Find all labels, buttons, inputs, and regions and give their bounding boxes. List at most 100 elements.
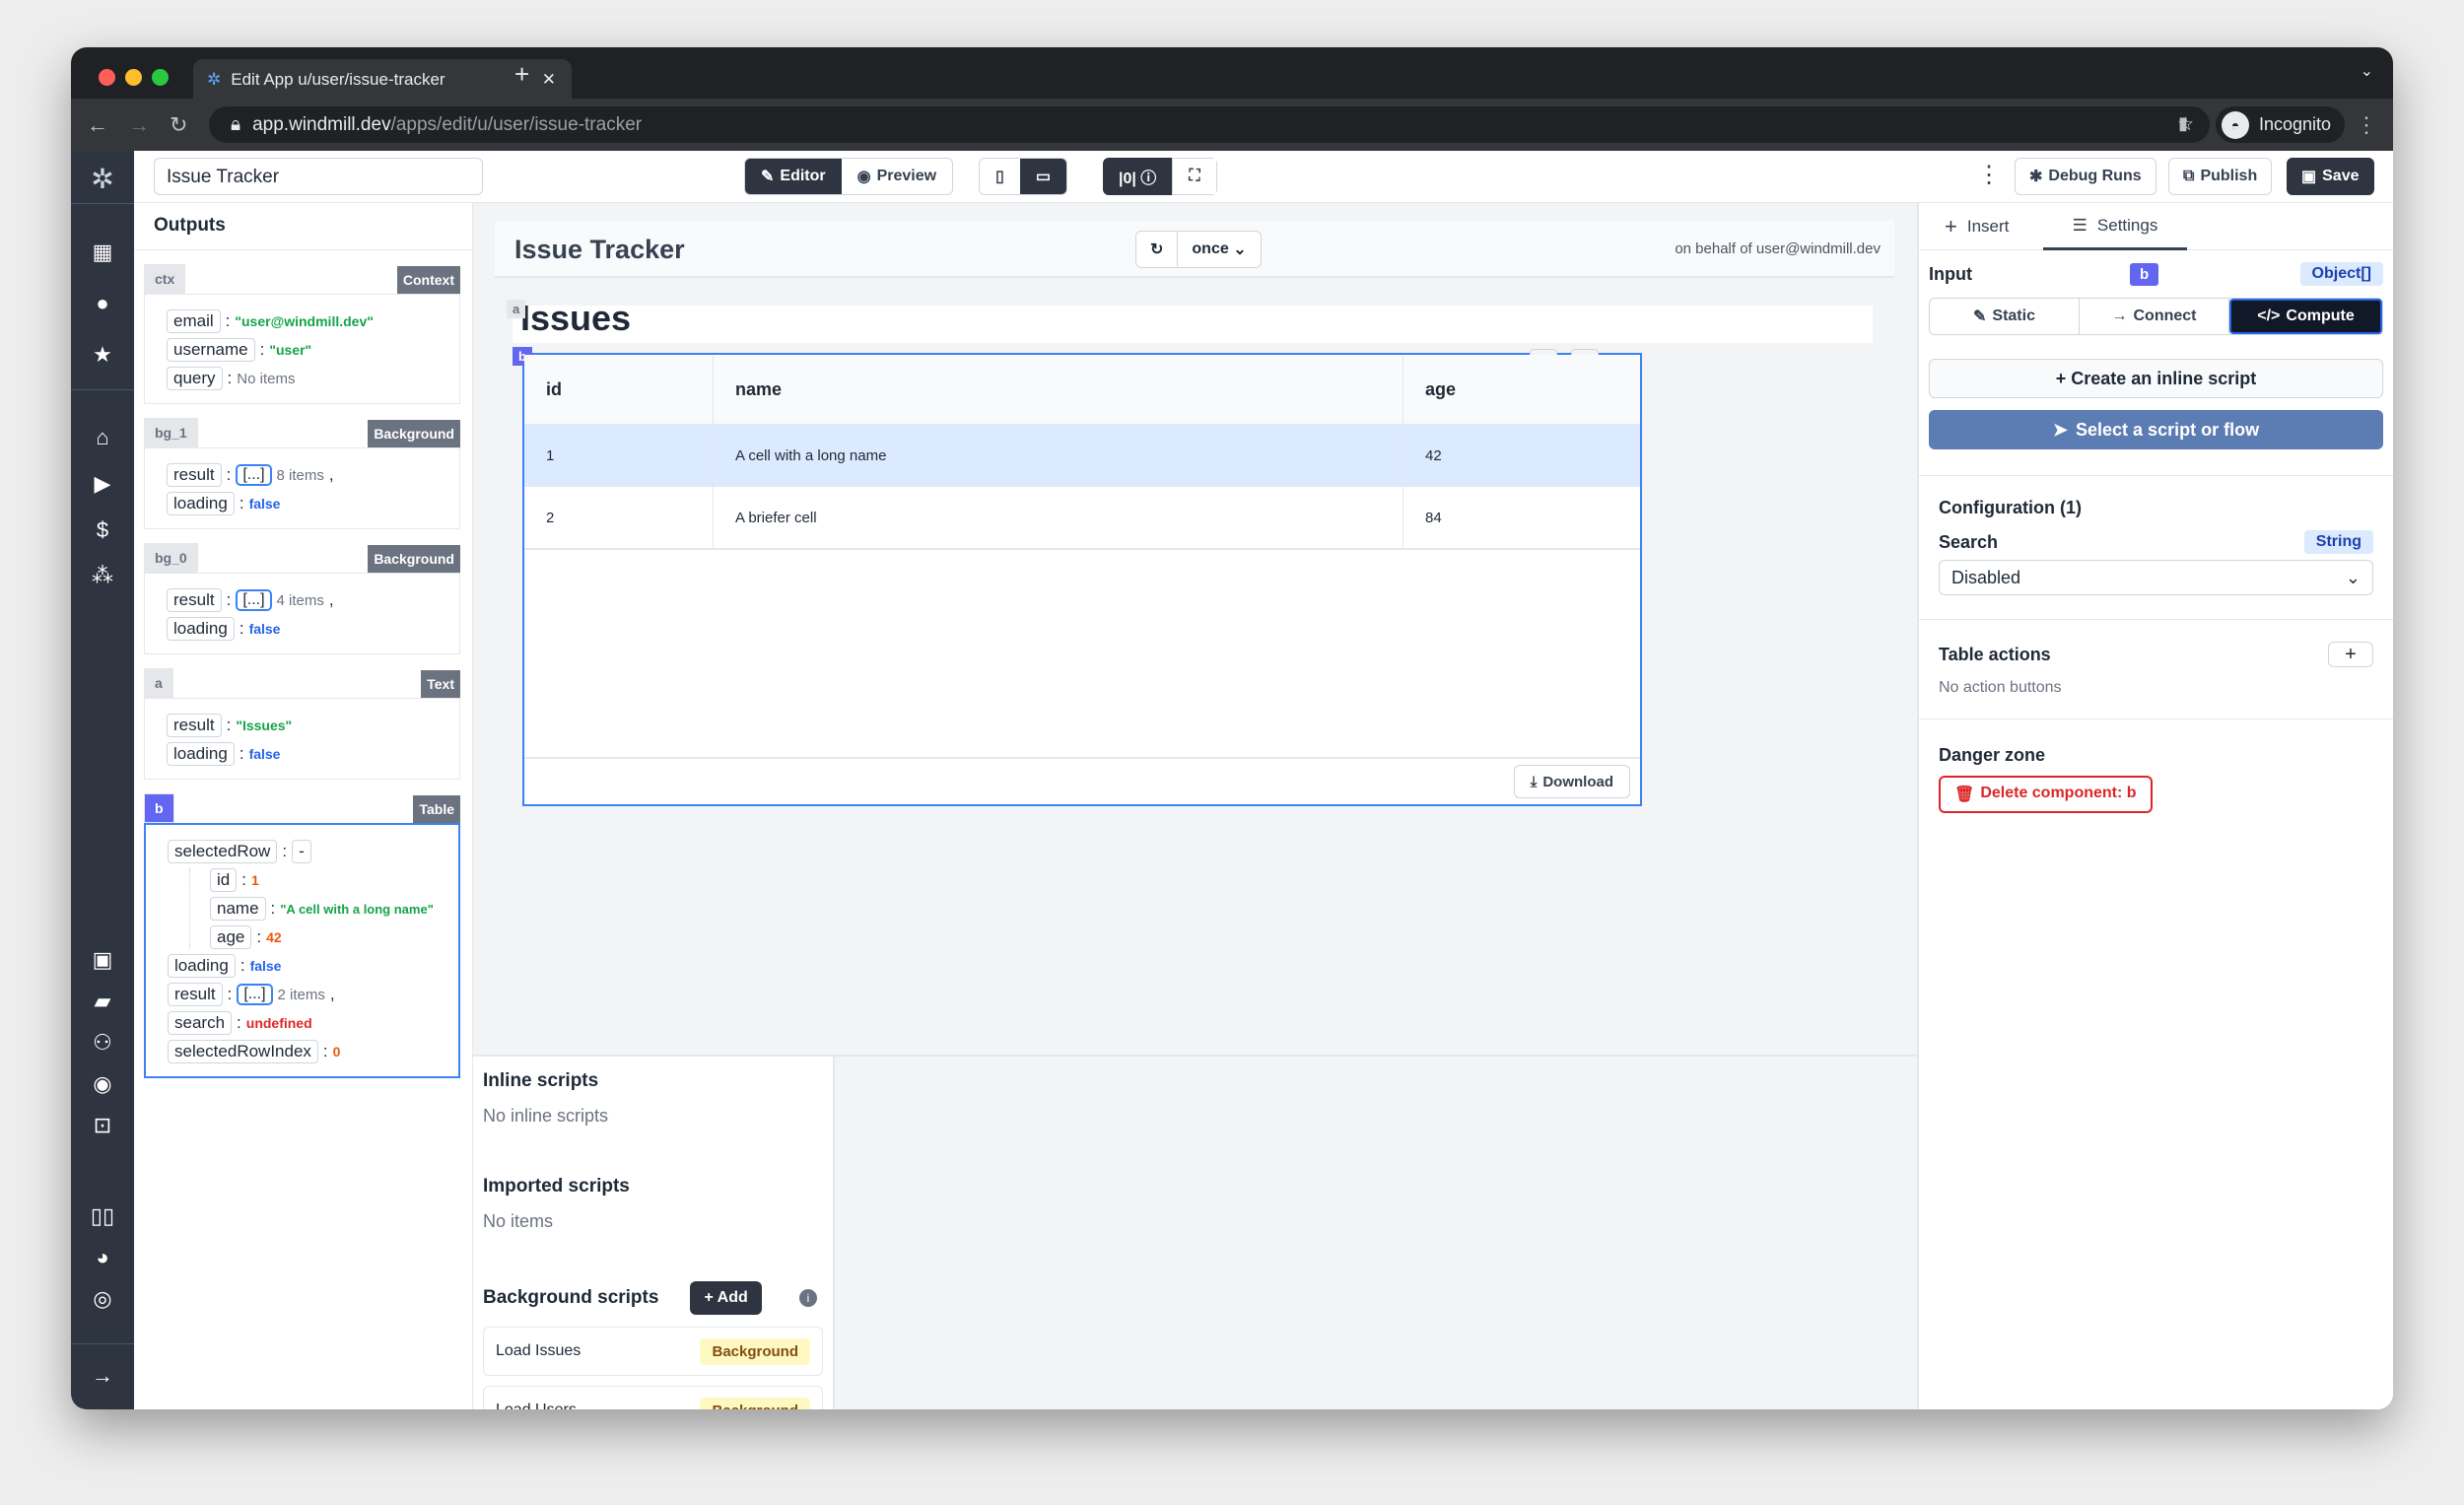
folder-icon[interactable]: ▰ [71, 989, 134, 1014]
output-key[interactable]: search [168, 1011, 233, 1035]
profile-label: Incognito [2259, 114, 2332, 134]
windmill-app-editor: ✲ ▦ ● ★ ⌂ ▶ $ ⁂ ▣ ▰ ⚇ ◉ ⊡ ▯▯ ◕ ◎ → Issue… [71, 151, 2393, 1409]
output-key[interactable]: loading [167, 617, 235, 641]
output-key[interactable]: result [168, 983, 223, 1006]
component-id-tag[interactable]: a [507, 300, 526, 318]
tab-settings[interactable]: ☰ Settings [2043, 203, 2187, 250]
output-key[interactable]: age [210, 925, 252, 949]
refresh-icon[interactable]: ↻ [1136, 232, 1179, 267]
mobile-view-button[interactable]: ▯ [980, 159, 1020, 194]
search-mode-select[interactable]: Disabled ⌄ [1939, 560, 2373, 595]
expand-array-button[interactable]: [...] [236, 464, 272, 486]
table-row[interactable]: 1 A cell with a long name 42 [524, 424, 1640, 487]
output-key[interactable]: query [167, 367, 223, 390]
background-script-item[interactable]: Load Issues Background [483, 1327, 823, 1376]
audit-eye-icon[interactable]: ◉ [71, 1071, 134, 1097]
docs-book-icon[interactable]: ▯▯ [71, 1203, 134, 1229]
output-key[interactable]: selectedRowIndex [168, 1040, 318, 1063]
component-id-badge[interactable]: a [144, 668, 173, 698]
windmill-logo-icon[interactable]: ✲ [71, 163, 134, 195]
component-ids-button[interactable]: |0| ⓘ [1103, 158, 1173, 195]
url-bar[interactable]: 🔒︎ app.windmill.dev/apps/edit/u/user/issu… [209, 106, 2210, 143]
user-icon[interactable]: ● [71, 291, 134, 316]
component-type-badge: Background [368, 545, 460, 573]
delete-label: Delete component: b [1980, 785, 2137, 801]
maximize-window-button[interactable] [152, 69, 169, 86]
back-icon[interactable]: ← [87, 112, 108, 138]
more-menu-icon[interactable]: ⋮ [1977, 161, 2001, 189]
browser-menu-icon[interactable]: ⋮ [2356, 112, 2377, 138]
column-header[interactable]: name [714, 355, 1403, 424]
groups-icon[interactable]: ⚇ [71, 1030, 134, 1056]
reload-icon[interactable]: ↻ [170, 112, 187, 138]
info-icon[interactable]: i [799, 1289, 817, 1307]
publish-button[interactable]: ⧉ Publish [2168, 158, 2273, 195]
text-component-a[interactable]: Issues a [507, 298, 1873, 343]
close-tab-icon[interactable]: ✕ [542, 70, 556, 90]
download-button[interactable]: ⤓ Download [1513, 765, 1630, 798]
discord-icon[interactable]: ◕ [71, 1245, 134, 1270]
plus-icon: + [1945, 214, 1957, 239]
forward-icon[interactable]: → [128, 112, 150, 138]
editor-mode-button[interactable]: ✎ Editor [745, 159, 842, 194]
workspace-building-icon[interactable]: ▦ [71, 239, 134, 265]
side-panel-icon[interactable]: ▮ [2178, 113, 2188, 134]
expand-array-button[interactable]: [...] [237, 984, 273, 1005]
home-icon[interactable]: ⌂ [71, 425, 134, 450]
star-icon[interactable]: ★ [71, 342, 134, 368]
compute-mode-button[interactable]: </> Compute [2229, 299, 2382, 334]
output-key[interactable]: loading [167, 742, 235, 766]
new-tab-button[interactable]: + [514, 59, 529, 90]
collapse-object-button[interactable]: - [292, 840, 311, 863]
add-action-button[interactable]: + [2328, 642, 2373, 667]
text-component-content: Issues [520, 298, 632, 338]
select-script-button[interactable]: ➤ Select a script or flow [1929, 410, 2383, 449]
workers-robot-icon[interactable]: ⊡ [71, 1113, 134, 1138]
add-background-script-button[interactable]: + Add [690, 1281, 762, 1315]
refresh-mode-dropdown[interactable]: once ⌄ [1178, 232, 1260, 267]
dollar-variables-icon[interactable]: $ [71, 517, 134, 543]
preview-mode-button[interactable]: ◉ Preview [842, 159, 952, 194]
expand-sidebar-arrow-icon[interactable]: → [71, 1363, 134, 1389]
output-key[interactable]: name [210, 897, 266, 921]
component-id-badge[interactable]: bg_0 [144, 543, 198, 573]
save-button[interactable]: ▣ Save [2287, 158, 2374, 195]
calendar-schedules-icon[interactable]: ▣ [71, 947, 134, 973]
runs-play-icon[interactable]: ▶ [71, 471, 134, 497]
close-window-button[interactable] [99, 69, 115, 86]
output-key[interactable]: result [167, 588, 222, 612]
tab-insert[interactable]: + Insert [1945, 203, 2009, 250]
editor-label: Editor [780, 168, 826, 184]
github-icon[interactable]: ◎ [71, 1286, 134, 1312]
fullscreen-button[interactable]: ⛶ [1172, 158, 1217, 195]
create-inline-script-button[interactable]: + Create an inline script [1929, 359, 2383, 398]
incognito-badge[interactable]: ◓ Incognito [2216, 106, 2346, 143]
desktop-view-button[interactable]: ▭ [1019, 159, 1066, 194]
output-key[interactable]: id [210, 868, 238, 892]
output-key[interactable]: result [167, 714, 222, 737]
output-key[interactable]: email [167, 309, 221, 333]
app-name-input[interactable]: Issue Tracker [154, 158, 483, 195]
connect-mode-button[interactable]: → Connect [2080, 299, 2229, 334]
output-key[interactable]: selectedRow [168, 840, 278, 863]
column-header[interactable]: age [1403, 355, 1640, 424]
resources-cubes-icon[interactable]: ⁂ [71, 563, 134, 588]
component-id-badge[interactable]: ctx [144, 264, 186, 294]
output-key[interactable]: loading [168, 954, 236, 978]
expand-array-button[interactable]: [...] [236, 589, 272, 611]
debug-runs-button[interactable]: ✱ Debug Runs [2015, 158, 2156, 195]
minimize-window-button[interactable] [125, 69, 142, 86]
delete-component-button[interactable]: 🗑︎ Delete component: b [1939, 776, 2153, 813]
static-mode-button[interactable]: ✎ Static [1930, 299, 2080, 334]
component-id-badge[interactable]: b [144, 793, 174, 823]
table-component-b[interactable]: b ✥ ⚓︎ id name age 1 A cell with a long … [513, 347, 1642, 806]
output-key[interactable]: result [167, 463, 222, 487]
component-id-badge[interactable]: bg_1 [144, 418, 198, 447]
tab-search-chevron-icon[interactable]: ⌄ [2361, 61, 2373, 81]
output-key[interactable]: username [167, 338, 255, 362]
column-header[interactable]: id [524, 355, 714, 424]
output-key[interactable]: loading [167, 492, 235, 515]
background-script-item[interactable]: Load Users Background [483, 1386, 823, 1409]
table-row[interactable]: 2 A briefer cell 84 [524, 487, 1640, 550]
url-host: app.windmill.dev [252, 113, 391, 135]
